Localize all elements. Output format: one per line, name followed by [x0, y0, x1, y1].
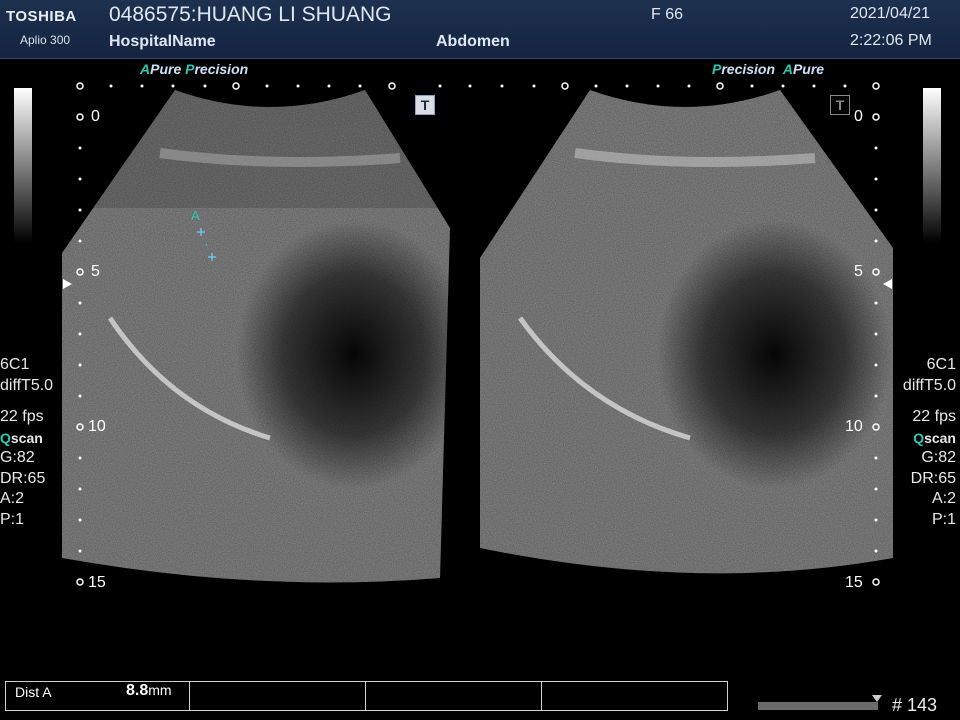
depth-label-10-right: 10 — [845, 418, 863, 435]
depth-label-10-left: 10 — [88, 418, 106, 435]
ultrasound-image-left[interactable] — [60, 88, 480, 588]
params-left: 6C1 diffT5.0 22 fps Qscan G:82 DR:65 A:2… — [0, 355, 53, 530]
frame-number: # 143 — [891, 695, 937, 715]
fps-label: 22 fps — [0, 408, 44, 425]
depth-label-5-left: 5 — [91, 263, 100, 280]
depth-label-0-left: 0 — [91, 108, 100, 125]
a-label: A:2 — [0, 490, 25, 507]
gain-label: G:82 — [921, 449, 956, 466]
active-image-badge[interactable]: T — [415, 95, 435, 115]
lateral-scale — [76, 82, 880, 90]
patient-id-name: 0486575:HUANG LI SHUANG — [109, 3, 392, 26]
patient-sex-age: F 66 — [651, 6, 684, 23]
preset-label: diffT5.0 — [0, 376, 54, 394]
measurement-cell-empty[interactable] — [190, 682, 366, 710]
header-bar: TOSHIBA Aplio 300 0486575:HUANG LI SHUAN… — [0, 0, 960, 59]
device-model: Aplio 300 — [20, 33, 71, 47]
exam-date: 2021/04/21 — [850, 5, 931, 22]
hospital-name: HospitalName — [109, 33, 216, 50]
scan-mode-label: Qscan — [913, 429, 956, 446]
measurement-cell-empty[interactable] — [366, 682, 542, 710]
measurement-table: Dist A 8.8mm — [5, 681, 728, 711]
cine-progress-bar[interactable] — [758, 702, 878, 710]
measurement-label: Dist A — [15, 684, 52, 700]
a-label: A:2 — [931, 490, 956, 507]
measurement-unit: mm — [148, 682, 172, 698]
p-label: P:1 — [0, 510, 25, 528]
measurement-value: 8.8 — [126, 682, 149, 699]
exam-time: 2:22:06 PM — [850, 32, 932, 49]
measurement-cell[interactable]: Dist A 8.8mm — [6, 682, 190, 710]
brand-logo: TOSHIBA — [6, 8, 77, 25]
depth-label-15-right: 15 — [845, 574, 863, 591]
exam-type: Abdomen — [436, 33, 510, 50]
probe-label: 6C1 — [0, 356, 30, 373]
mode-label-right: Precision APure — [712, 61, 825, 77]
probe-label: 6C1 — [926, 356, 956, 373]
ultrasound-display[interactable] — [0, 58, 960, 658]
dr-label: DR:65 — [910, 469, 956, 487]
fps-label: 22 fps — [912, 408, 956, 425]
caliper-label: A — [191, 208, 200, 223]
ultrasound-image-right[interactable] — [478, 88, 900, 588]
params-right: 6C1 diffT5.0 22 fps Qscan G:82 DR:65 A:2… — [903, 355, 956, 530]
measurement-cell-empty[interactable] — [542, 682, 726, 710]
cine-marker-icon — [872, 695, 882, 702]
preset-label: diffT5.0 — [902, 376, 956, 394]
dr-label: DR:65 — [0, 469, 46, 487]
depth-label-5-right: 5 — [854, 263, 863, 280]
p-label: P:1 — [931, 510, 956, 528]
inactive-image-badge[interactable]: T — [830, 95, 850, 115]
gain-label: G:82 — [0, 449, 35, 466]
depth-label-0-right: 0 — [854, 108, 863, 125]
measurement-value-group: 8.8mm — [126, 682, 172, 700]
depth-label-15-left: 15 — [88, 574, 106, 591]
mode-label-left: APure Precision — [140, 61, 249, 77]
scan-mode-label: Qscan — [0, 429, 43, 446]
gray-scale-bar-right — [923, 88, 941, 243]
gray-scale-bar-left — [14, 88, 32, 243]
